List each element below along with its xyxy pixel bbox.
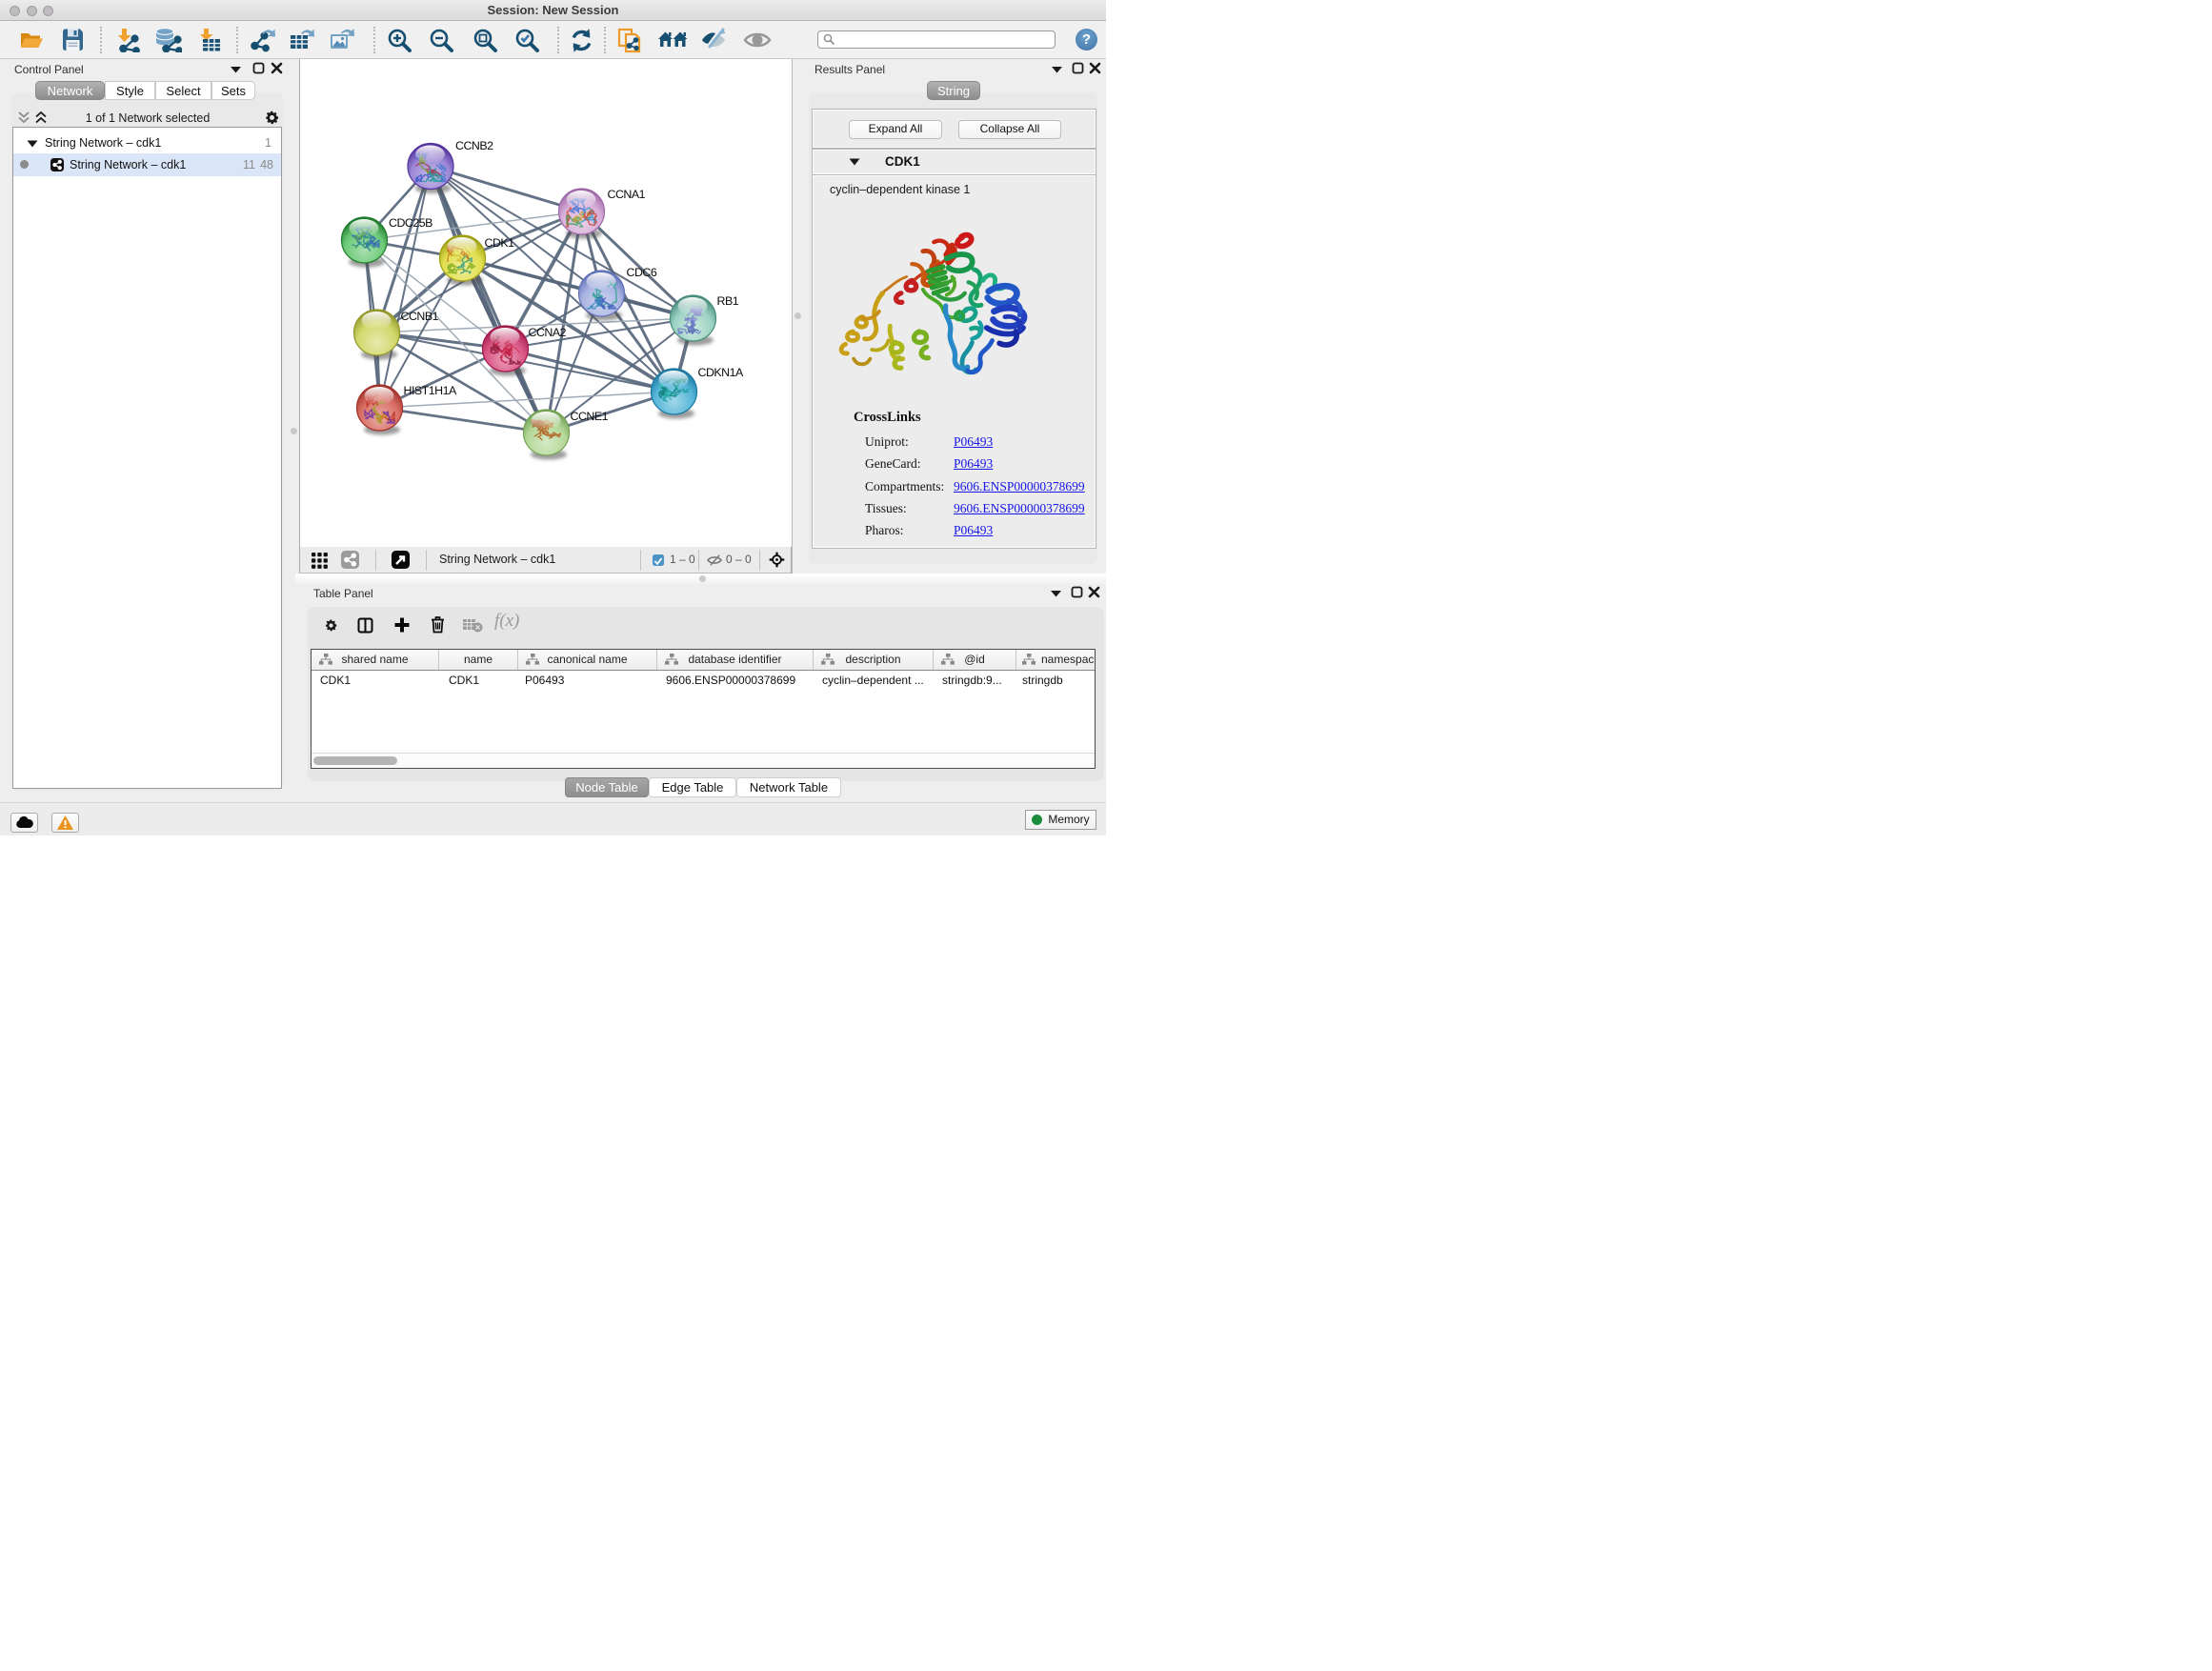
svg-text:RB1: RB1 [717, 294, 739, 308]
svg-text:CCNE1: CCNE1 [571, 410, 609, 423]
svg-text:CDC6: CDC6 [627, 266, 657, 279]
svg-text:CCNB2: CCNB2 [455, 139, 493, 152]
svg-text:CCNB1: CCNB1 [401, 310, 439, 323]
svg-text:CCNA1: CCNA1 [608, 188, 646, 201]
svg-text:CDKN1A: CDKN1A [698, 366, 744, 379]
svg-text:CDK1: CDK1 [485, 236, 515, 250]
svg-text:HIST1H1A: HIST1H1A [404, 384, 457, 397]
svg-text:CCNA2: CCNA2 [529, 326, 567, 339]
svg-text:CDC25B: CDC25B [389, 216, 432, 230]
